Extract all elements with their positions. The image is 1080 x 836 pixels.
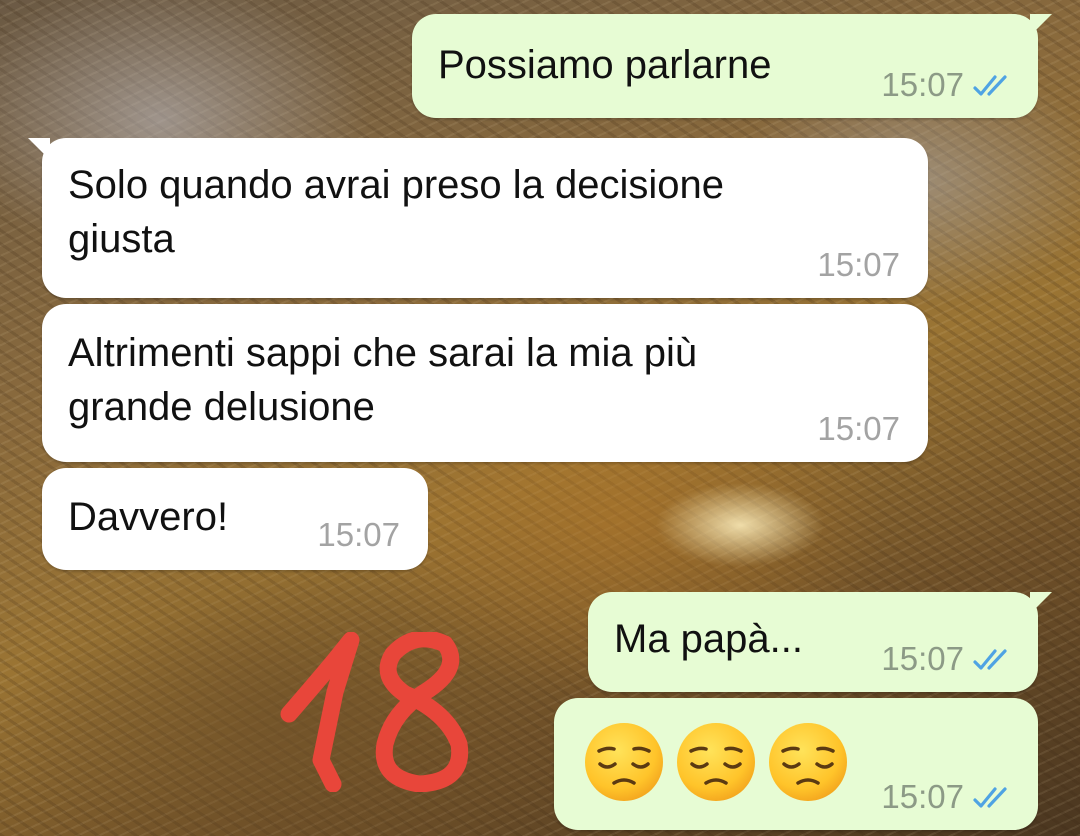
message-bubble-outgoing[interactable]: 15:07 — [554, 698, 1038, 830]
pensive-face-icon — [677, 723, 755, 801]
message-time: 15:07 — [881, 66, 964, 103]
message-bubble-incoming[interactable]: Davvero! 15:07 — [42, 468, 428, 570]
double-check-icon — [973, 787, 1007, 808]
message-meta: 15:07 — [817, 410, 900, 448]
message-meta: 15:07 — [817, 246, 900, 284]
message-time: 15:07 — [817, 410, 900, 447]
message-text: Davvero! — [68, 495, 229, 539]
emoji-row — [582, 720, 850, 804]
pensive-face-icon — [585, 723, 663, 801]
message-meta: 15:07 — [881, 640, 1016, 678]
double-check-icon — [973, 649, 1007, 670]
message-text: Ma papà... — [614, 617, 804, 661]
message-bubble-incoming[interactable]: Solo quando avrai preso la decisione giu… — [28, 138, 928, 298]
message-time: 15:07 — [317, 516, 400, 553]
handwritten-18-annotation — [280, 632, 469, 792]
pensive-face-icon — [769, 723, 847, 801]
bubble-tail — [28, 138, 50, 160]
message-time: 15:07 — [817, 246, 900, 283]
message-text: Altrimenti sappi che sarai la mia più gr… — [68, 331, 698, 429]
double-check-icon — [973, 75, 1007, 96]
message-bubble-outgoing[interactable]: Ma papà... 15:07 — [588, 592, 1052, 692]
bubble-tail — [1030, 14, 1052, 36]
message-time: 15:07 — [881, 640, 964, 677]
message-meta: 15:07 — [881, 66, 1016, 104]
message-bubble-incoming[interactable]: Altrimenti sappi che sarai la mia più gr… — [42, 304, 928, 462]
message-time: 15:07 — [881, 778, 964, 815]
bubble-tail — [1030, 592, 1052, 614]
message-text: Solo quando avrai preso la decisione giu… — [68, 163, 724, 261]
message-meta: 15:07 — [317, 516, 400, 554]
chat-area[interactable]: Possiamo parlarne 15:07 Solo quando avra… — [0, 0, 1080, 836]
message-meta: 15:07 — [881, 778, 1016, 816]
message-bubble-outgoing[interactable]: Possiamo parlarne 15:07 — [412, 14, 1052, 118]
message-text: Possiamo parlarne — [438, 43, 772, 87]
